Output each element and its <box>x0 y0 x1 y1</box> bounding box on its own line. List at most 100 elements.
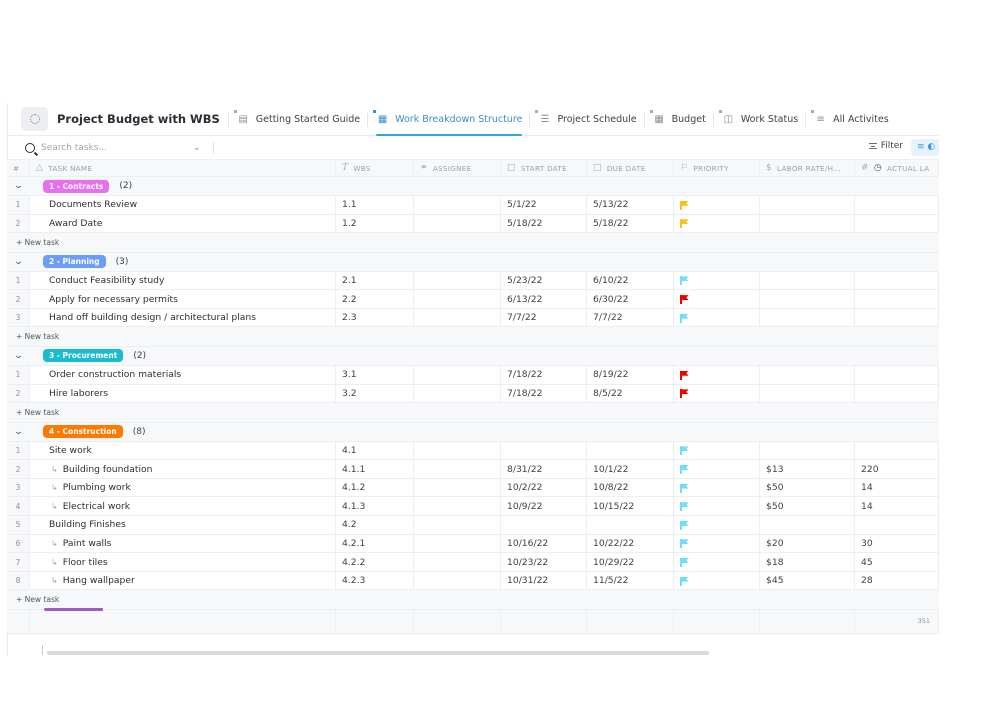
labor-rate-cell[interactable] <box>760 196 855 214</box>
col-start-date[interactable]: □ START DATE <box>501 160 587 176</box>
collapse-chevron-icon[interactable]: ⌄ <box>7 257 35 267</box>
priority-cell[interactable] <box>674 497 760 516</box>
wbs-cell[interactable]: 2.1 <box>336 271 414 290</box>
labor-rate-cell[interactable] <box>760 308 855 327</box>
wbs-cell[interactable]: 3.1 <box>336 365 414 384</box>
col-task-name[interactable]: △ TASK NAME <box>30 160 336 176</box>
priority-cell[interactable] <box>674 290 760 308</box>
priority-cell[interactable] <box>674 441 760 460</box>
chevron-down-icon[interactable]: ⌄ <box>193 143 201 153</box>
actual-labor-cell[interactable]: 14 <box>855 497 939 516</box>
due-date-cell[interactable]: 10/15/22 <box>587 497 674 516</box>
col-wbs[interactable]: T WBS <box>336 160 414 176</box>
due-date-cell[interactable]: 8/19/22 <box>587 365 674 384</box>
due-date-cell[interactable]: 10/22/22 <box>587 534 674 553</box>
labor-rate-cell[interactable] <box>760 384 855 403</box>
tab-project-schedule[interactable]: ☰ Project Schedule <box>529 103 643 135</box>
start-date-cell[interactable]: 6/13/22 <box>501 290 587 308</box>
tab-getting-started-guide[interactable]: ▤ Getting Started Guide <box>227 103 367 135</box>
labor-rate-cell[interactable]: $13 <box>760 460 855 478</box>
task-name-cell[interactable]: ↳ Hang wallpaper <box>30 571 336 590</box>
task-row[interactable]: 2 Hire laborers 3.2 7/18/22 8/5/22 <box>7 384 939 404</box>
task-name-cell[interactable]: ↳ Floor tiles <box>30 553 336 571</box>
task-name-cell[interactable]: Order construction materials <box>30 365 336 384</box>
start-date-cell[interactable]: 10/16/22 <box>501 534 587 553</box>
due-date-cell[interactable] <box>587 516 674 534</box>
labor-rate-cell[interactable]: $45 <box>760 571 855 590</box>
wbs-cell[interactable]: 4.2 <box>336 516 414 534</box>
due-date-cell[interactable]: 10/8/22 <box>587 478 674 497</box>
actual-labor-cell[interactable]: 28 <box>855 571 939 590</box>
task-name-cell[interactable]: Apply for necessary permits <box>30 290 336 308</box>
due-date-cell[interactable]: 5/13/22 <box>587 196 674 214</box>
col-priority[interactable]: ⚐ PRIORITY <box>674 160 760 176</box>
task-row[interactable]: 1 Site work 4.1 <box>7 441 939 461</box>
group-badge[interactable]: 4 - Construction <box>43 425 123 439</box>
assignee-cell[interactable] <box>414 441 501 460</box>
col-labor-rate[interactable]: $ LABOR RATE/H... <box>760 160 855 176</box>
priority-cell[interactable] <box>674 365 760 384</box>
due-date-cell[interactable]: 6/30/22 <box>587 290 674 308</box>
wbs-cell[interactable]: 4.1.3 <box>336 497 414 516</box>
priority-cell[interactable] <box>674 553 760 571</box>
wbs-cell[interactable]: 4.1 <box>336 441 414 460</box>
priority-cell[interactable] <box>674 308 760 327</box>
assignee-cell[interactable] <box>414 478 501 497</box>
task-name-cell[interactable]: Conduct Feasibility study <box>30 271 336 290</box>
task-name-cell[interactable]: Hand off building design / architectural… <box>30 308 336 327</box>
actual-labor-cell[interactable] <box>855 384 939 403</box>
task-row[interactable]: 2 Award Date 1.2 5/18/22 5/18/22 <box>7 214 939 234</box>
priority-cell[interactable] <box>674 516 760 534</box>
labor-rate-cell[interactable] <box>760 271 855 290</box>
task-row[interactable]: 1 Order construction materials 3.1 7/18/22 8… <box>7 365 939 385</box>
wbs-cell[interactable]: 2.2 <box>336 290 414 308</box>
collapse-chevron-icon[interactable]: ⌄ <box>7 351 35 361</box>
labor-rate-cell[interactable] <box>760 516 855 534</box>
task-row[interactable]: 6 ↳ Paint walls 4.2.1 10/16/22 10/22/22 $20 30 <box>7 534 939 554</box>
task-row[interactable]: 3 ↳ Plumbing work 4.1.2 10/2/22 10/8/22 $50 14 <box>7 478 939 498</box>
start-date-cell[interactable]: 10/31/22 <box>501 571 587 590</box>
labor-rate-cell[interactable]: $50 <box>760 497 855 516</box>
priority-cell[interactable] <box>674 460 760 478</box>
actual-labor-cell[interactable] <box>855 365 939 384</box>
due-date-cell[interactable] <box>587 441 674 460</box>
actual-labor-cell[interactable] <box>855 196 939 214</box>
wbs-cell[interactable]: 1.2 <box>336 214 414 233</box>
task-row[interactable]: 1 Documents Review 1.1 5/1/22 5/13/22 <box>7 196 939 215</box>
actual-labor-cell[interactable] <box>855 441 939 460</box>
labor-rate-cell[interactable] <box>760 441 855 460</box>
task-name-cell[interactable]: Building Finishes <box>30 516 336 534</box>
assignee-cell[interactable] <box>414 365 501 384</box>
start-date-cell[interactable] <box>501 441 587 460</box>
start-date-cell[interactable]: 10/2/22 <box>501 478 587 497</box>
wbs-cell[interactable]: 2.3 <box>336 308 414 327</box>
start-date-cell[interactable]: 7/18/22 <box>501 365 587 384</box>
assignee-cell[interactable] <box>414 553 501 571</box>
task-row[interactable]: 7 ↳ Floor tiles 4.2.2 10/23/22 10/29/22 $18 45 <box>7 553 939 572</box>
wbs-cell[interactable]: 4.2.2 <box>336 553 414 571</box>
labor-rate-cell[interactable] <box>760 365 855 384</box>
assignee-cell[interactable] <box>414 497 501 516</box>
priority-cell[interactable] <box>674 534 760 553</box>
col-actual-labor[interactable]: # ◷ ACTUAL LA <box>855 160 939 176</box>
task-row[interactable]: 5 Building Finishes 4.2 <box>7 516 939 535</box>
priority-cell[interactable] <box>674 271 760 290</box>
tab-work-status[interactable]: ◫ Work Status <box>712 103 805 135</box>
start-date-cell[interactable] <box>501 516 587 534</box>
assignee-cell[interactable] <box>414 571 501 590</box>
assignee-cell[interactable] <box>414 214 501 233</box>
search-input[interactable] <box>41 143 181 153</box>
task-row[interactable]: 2 Apply for necessary permits 2.2 6/13/22 6/… <box>7 290 939 309</box>
new-task-button[interactable]: + New task <box>7 590 939 610</box>
labor-rate-cell[interactable]: $50 <box>760 478 855 497</box>
tab-budget[interactable]: ▦ Budget <box>643 103 713 135</box>
start-date-cell[interactable]: 10/23/22 <box>501 553 587 571</box>
actual-labor-cell[interactable]: 220 <box>855 460 939 478</box>
labor-rate-cell[interactable]: $20 <box>760 534 855 553</box>
due-date-cell[interactable]: 8/5/22 <box>587 384 674 403</box>
priority-cell[interactable] <box>674 196 760 214</box>
actual-labor-cell[interactable] <box>855 214 939 233</box>
priority-cell[interactable] <box>674 478 760 497</box>
task-name-cell[interactable]: ↳ Building foundation <box>30 460 336 478</box>
tab-all-activites[interactable]: ≡ All Activites <box>805 103 896 135</box>
